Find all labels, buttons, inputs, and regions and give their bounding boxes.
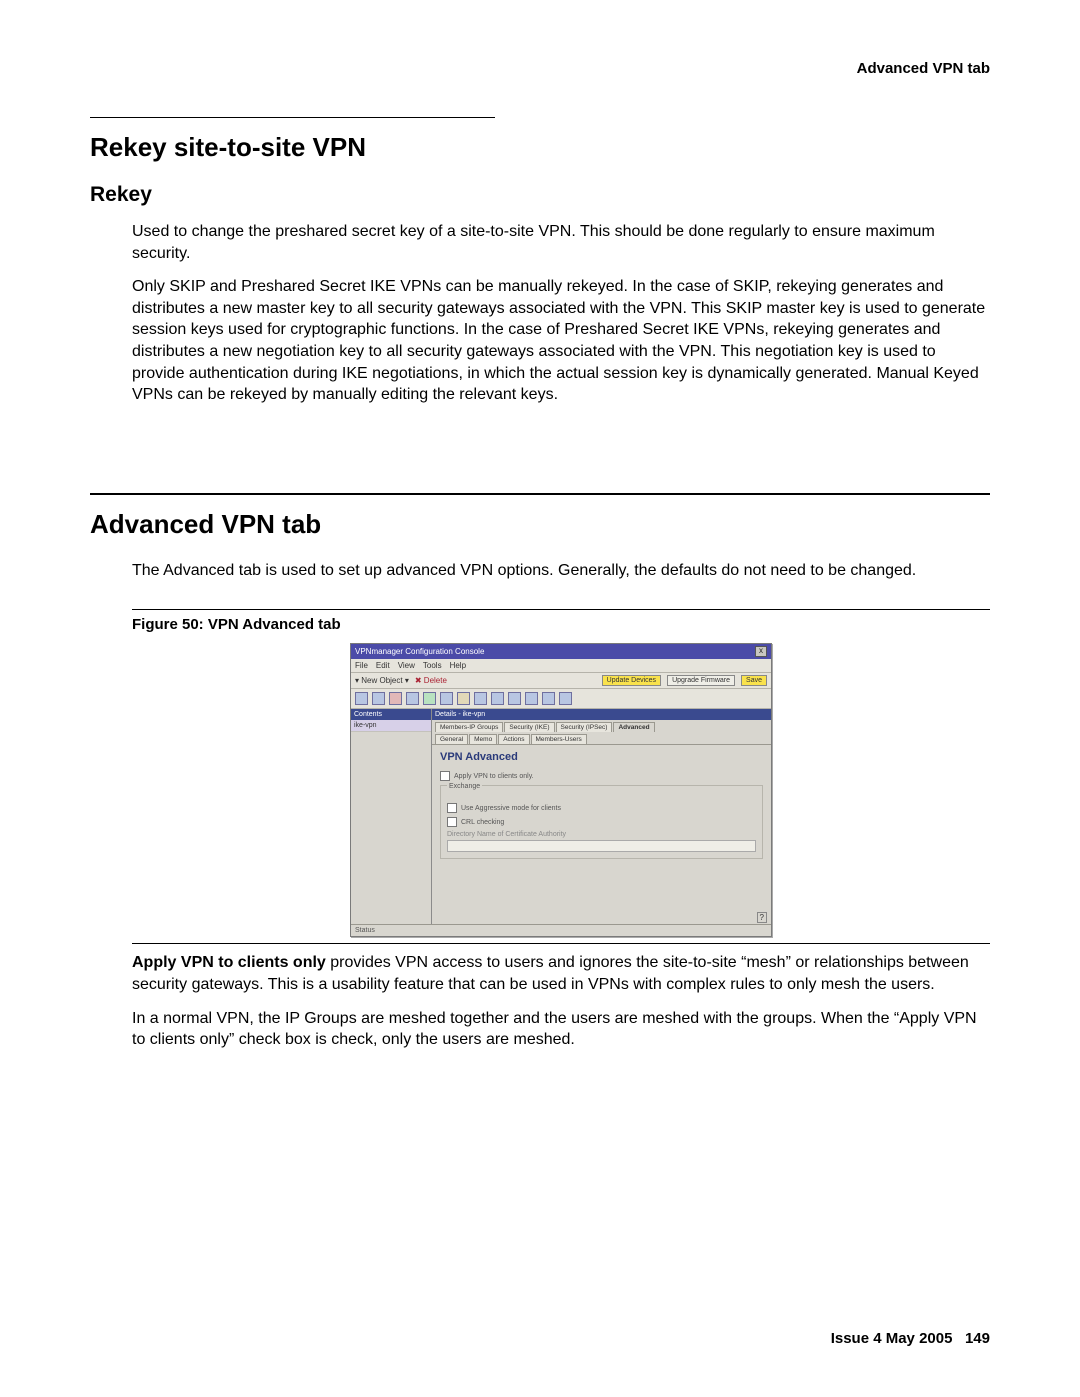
details-header: Details - ike-vpn — [432, 709, 771, 720]
toolbar-icon[interactable] — [491, 692, 504, 705]
contents-header: Contents — [351, 709, 431, 720]
crl-checking-checkbox[interactable]: CRL checking — [447, 817, 756, 827]
toolbar-icons — [351, 689, 771, 709]
page-footer: Issue 4 May 2005 149 — [831, 1330, 990, 1347]
checkbox-icon[interactable] — [447, 817, 457, 827]
subheading-rekey: Rekey — [90, 183, 990, 207]
toolbar-icon[interactable] — [474, 692, 487, 705]
checkbox-icon[interactable] — [440, 771, 450, 781]
status-label: Status — [355, 927, 375, 934]
checkbox-label: Use Aggressive mode for clients — [461, 805, 561, 812]
tab-actions[interactable]: Actions — [498, 734, 529, 744]
tab-strip: Members-IP Groups Security (IKE) Securit… — [432, 720, 771, 744]
delete-button[interactable]: ✖ Delete — [415, 676, 447, 685]
rekey-paragraph-2: Only SKIP and Preshared Secret IKE VPNs … — [132, 276, 990, 406]
aggressive-mode-checkbox[interactable]: Use Aggressive mode for clients — [447, 803, 756, 813]
toolbar-icon[interactable] — [423, 692, 436, 705]
apply-vpn-paragraph: Apply VPN to clients only provides VPN a… — [132, 952, 990, 995]
menu-file[interactable]: File — [355, 661, 368, 670]
window-title: VPNmanager Configuration Console — [355, 647, 484, 656]
checkbox-label: Apply VPN to clients only. — [454, 773, 534, 780]
tab-memo[interactable]: Memo — [469, 734, 497, 744]
running-header: Advanced VPN tab — [90, 60, 990, 77]
menu-tools[interactable]: Tools — [423, 661, 442, 670]
tab-general[interactable]: General — [435, 734, 468, 744]
pane-title: VPN Advanced — [440, 751, 763, 763]
sidebar-item-ike-vpn[interactable]: ike-vpn — [351, 720, 431, 732]
close-icon[interactable]: x — [755, 646, 767, 657]
toolbar-icon[interactable] — [508, 692, 521, 705]
figure-rule-top — [132, 609, 990, 610]
update-devices-button[interactable]: Update Devices — [602, 675, 661, 686]
toolbar-icon[interactable] — [525, 692, 538, 705]
menu-edit[interactable]: Edit — [376, 661, 390, 670]
details-pane: Details - ike-vpn Members-IP Groups Secu… — [432, 709, 771, 924]
heading-rekey-site-to-site: Rekey site-to-site VPN — [90, 132, 990, 163]
embedded-screenshot: VPNmanager Configuration Console x File … — [350, 643, 772, 937]
tab-security-ipsec[interactable]: Security (IPSec) — [556, 722, 613, 732]
status-bar: Status — [351, 924, 771, 936]
section-rule-full — [90, 493, 990, 495]
checkbox-icon[interactable] — [447, 803, 457, 813]
toolbar-icon[interactable] — [440, 692, 453, 705]
tab-members-users[interactable]: Members-Users — [531, 734, 587, 744]
tab-members-ip-groups[interactable]: Members-IP Groups — [435, 722, 503, 732]
section-rule — [90, 117, 495, 118]
toolbar-icon[interactable] — [355, 692, 368, 705]
heading-advanced-vpn-tab: Advanced VPN tab — [90, 509, 990, 540]
window-titlebar: VPNmanager Configuration Console x — [351, 644, 771, 659]
save-button[interactable]: Save — [741, 675, 767, 686]
checkbox-label: CRL checking — [461, 819, 504, 826]
tab-body-advanced: VPN Advanced Apply VPN to clients only. … — [432, 744, 771, 911]
toolbar-icon[interactable] — [542, 692, 555, 705]
rekey-paragraph-1: Used to change the preshared secret key … — [132, 221, 990, 264]
menu-bar: File Edit View Tools Help — [351, 659, 771, 673]
upgrade-firmware-button[interactable]: Upgrade Firmware — [667, 675, 735, 686]
toolbar-icon[interactable] — [406, 692, 419, 705]
tab-advanced[interactable]: Advanced — [613, 722, 654, 732]
toolbar-icon[interactable] — [457, 692, 470, 705]
figure-rule-bottom — [132, 943, 990, 944]
new-object-dropdown[interactable]: ▾ New Object ▾ — [355, 676, 409, 685]
apply-vpn-bold-label: Apply VPN to clients only — [132, 954, 326, 971]
apply-vpn-clients-only-checkbox[interactable]: Apply VPN to clients only. — [440, 771, 763, 781]
dn-label: Directory Name of Certificate Authority — [447, 831, 756, 838]
tab-security-ike[interactable]: Security (IKE) — [504, 722, 554, 732]
ca-directory-dropdown[interactable] — [447, 840, 756, 852]
toolbar-icon[interactable] — [559, 692, 572, 705]
contents-sidebar: Contents ike-vpn — [351, 709, 432, 924]
menu-view[interactable]: View — [398, 661, 415, 670]
fieldset-legend: Exchange — [447, 783, 482, 790]
footer-page-number: 149 — [965, 1330, 990, 1347]
advanced-intro: The Advanced tab is used to set up advan… — [132, 560, 990, 582]
footer-issue: Issue 4 May 2005 — [831, 1330, 953, 1347]
help-icon[interactable]: ? — [757, 912, 767, 923]
menu-help[interactable]: Help — [450, 661, 466, 670]
figure-caption: Figure 50: VPN Advanced tab — [132, 616, 990, 633]
normal-vpn-paragraph: In a normal VPN, the IP Groups are meshe… — [132, 1008, 990, 1051]
exchange-fieldset: Exchange Use Aggressive mode for clients… — [440, 785, 763, 859]
action-bar: ▾ New Object ▾ ✖ Delete Update Devices U… — [351, 673, 771, 689]
toolbar-icon[interactable] — [389, 692, 402, 705]
toolbar-icon[interactable] — [372, 692, 385, 705]
